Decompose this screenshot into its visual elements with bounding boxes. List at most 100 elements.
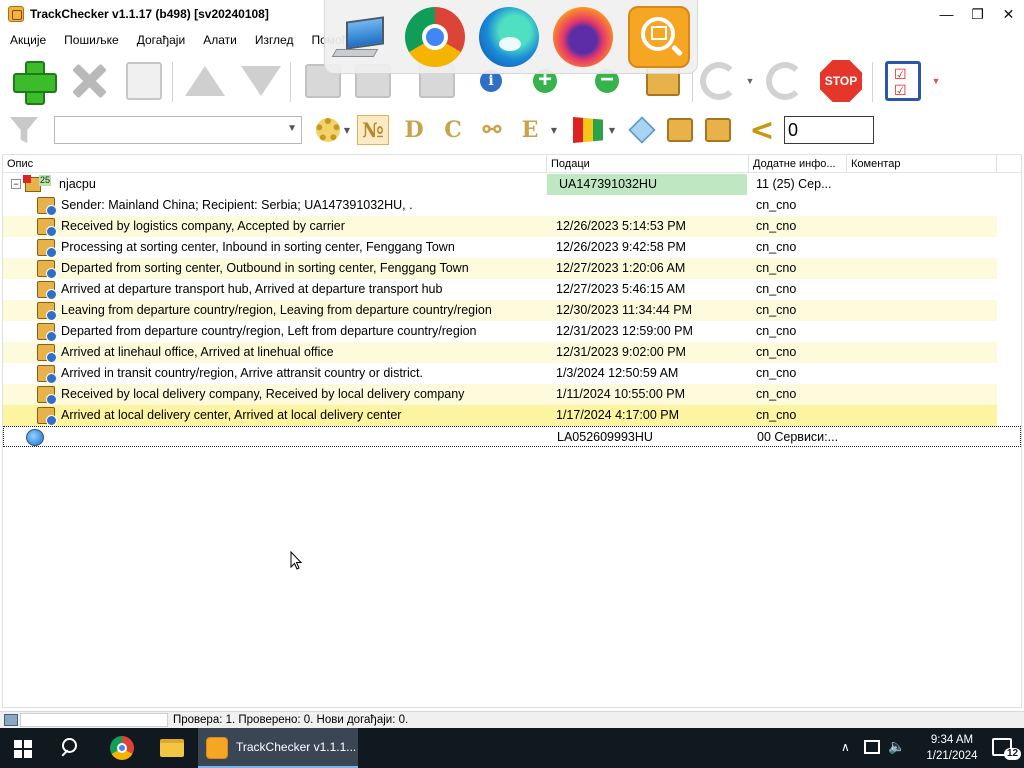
settings-dropdown[interactable]: ▼ [342, 115, 352, 145]
group-tracking-number: UA147391032HU [547, 174, 747, 195]
menu-tools[interactable]: Алати [193, 30, 245, 50]
flags-icon [573, 117, 603, 143]
chevron-down-icon: ▼ [608, 125, 616, 135]
package-info-button[interactable] [702, 115, 734, 145]
check-doc-button[interactable] [121, 58, 167, 104]
event-row[interactable]: Arrived at departure transport hub, Arri… [3, 279, 997, 300]
event-extra: cn_cno [756, 198, 797, 212]
event-row[interactable]: Sender: Mainland China; Recipient: Serbi… [3, 195, 997, 216]
move-down-button[interactable] [238, 58, 284, 104]
package-group-row[interactable]: − 25 njacpu UA147391032HU 11 (25) Сер... [3, 174, 997, 195]
event-row[interactable]: Arrived in transit country/region, Arriv… [3, 363, 997, 384]
d-column-button[interactable]: D [398, 115, 430, 145]
gear-icon [316, 118, 340, 142]
menu-packages[interactable]: Пошиљке [54, 30, 127, 50]
event-row[interactable]: Arrived at linehaul office, Arrived at l… [3, 342, 997, 363]
stop-icon: STOP [820, 60, 862, 102]
filter-combo[interactable]: ▼ [54, 116, 302, 144]
flags-dropdown[interactable]: ▼ [604, 115, 620, 145]
maximize-button[interactable]: ❐ [962, 0, 993, 28]
clock[interactable]: 9:34 AM 1/21/2024 [912, 732, 992, 764]
network-icon[interactable] [864, 740, 880, 754]
computer-icon[interactable] [331, 15, 390, 59]
toolbar-separator [172, 62, 173, 102]
flags-button[interactable] [572, 115, 604, 145]
clock-date: 1/21/2024 [926, 750, 978, 762]
event-extra: cn_cno [756, 240, 797, 254]
refresh-button[interactable] [696, 58, 742, 104]
e-column-button[interactable]: E [514, 115, 546, 145]
package-row[interactable]: LA052609993HU 00 Сервиси:... [3, 426, 1021, 447]
event-row[interactable]: Leaving from departure country/region, L… [3, 300, 997, 321]
volume-muted-icon[interactable]: 🔈 [888, 738, 905, 755]
window-title: TrackChecker v1.1.17 (b498) [sv20240108] [30, 7, 269, 21]
event-row[interactable]: Received by local delivery company, Rece… [3, 384, 997, 405]
e-dropdown[interactable]: ▼ [546, 115, 562, 145]
event-extra: cn_cno [756, 345, 797, 359]
notifications-icon[interactable]: 12 [992, 738, 1022, 760]
number-column-button[interactable]: № [357, 115, 389, 145]
refresh-all-button[interactable] [762, 58, 808, 104]
filter-icon[interactable] [10, 117, 38, 143]
trackchecker-icon[interactable] [627, 5, 690, 68]
settings-button[interactable] [312, 115, 344, 145]
column-header-comment[interactable]: Коментар [847, 155, 997, 173]
taskbar-trackchecker-button[interactable]: TrackChecker v1.1.1... [198, 728, 358, 768]
column-header-data[interactable]: Подаци [547, 155, 749, 173]
package-extra: 00 Сервиси:... [757, 430, 839, 444]
start-button[interactable] [14, 740, 32, 758]
package-info-icon [37, 197, 57, 216]
menu-events[interactable]: Догађаји [127, 30, 193, 50]
package-info-icon [37, 239, 57, 258]
close-button[interactable]: ✕ [993, 0, 1024, 28]
event-row[interactable]: Received by logistics company, Accepted … [3, 216, 997, 237]
checklist-dropdown[interactable]: ▼ [928, 58, 944, 104]
cube-button[interactable] [626, 115, 658, 145]
app-icon[interactable] [8, 6, 24, 22]
minimize-button[interactable]: — [931, 0, 962, 28]
package-button[interactable] [664, 115, 696, 145]
event-description: Departed from departure country/region, … [61, 324, 477, 338]
number-input[interactable]: 0 [784, 116, 874, 144]
add-button[interactable] [10, 58, 57, 105]
delete-button[interactable] [66, 58, 112, 104]
event-row[interactable]: Arrived at local delivery center, Arrive… [3, 405, 997, 426]
file-explorer-icon[interactable] [160, 739, 184, 757]
package-info-icon [37, 365, 57, 384]
chrome-icon[interactable] [404, 6, 465, 67]
event-row[interactable]: Departed from sorting center, Outbound i… [3, 258, 997, 279]
package-info-icon [37, 407, 57, 426]
move-up-icon [185, 66, 225, 96]
event-date: 1/17/2024 4:17:00 PM [556, 408, 680, 422]
refresh-dropdown[interactable]: ▼ [742, 58, 758, 104]
stop-button[interactable]: STOP [818, 58, 864, 104]
chrome-taskbar-icon[interactable] [110, 736, 134, 760]
link-button[interactable]: ⚯ [476, 115, 508, 145]
menu-view[interactable]: Изглед [245, 30, 302, 50]
package-info-icon [37, 260, 57, 279]
edge-icon[interactable] [478, 6, 539, 67]
collapse-toggle[interactable]: − [11, 179, 21, 189]
event-date: 12/26/2023 5:14:53 PM [556, 219, 686, 233]
move-up-button[interactable] [182, 58, 228, 104]
checklist-button[interactable] [880, 58, 926, 104]
chevron-up-icon[interactable]: ∧ [841, 740, 850, 754]
c-column-button[interactable]: C [437, 115, 469, 145]
column-header-description[interactable]: Опис [3, 155, 547, 173]
column-header-extra[interactable]: Додатне инфо... [749, 155, 847, 173]
event-row[interactable]: Departed from departure country/region, … [3, 321, 997, 342]
search-icon[interactable] [60, 736, 84, 760]
grid-header: Опис Подаци Додатне инфо... Коментар [3, 155, 1021, 173]
event-date: 12/31/2023 12:59:00 PM [556, 324, 693, 338]
firefox-icon[interactable] [553, 6, 614, 67]
event-description: Arrived at local delivery center, Arrive… [61, 408, 402, 422]
less-than-button[interactable]: < [746, 113, 778, 148]
event-extra: cn_cno [756, 366, 797, 380]
package-tree-list[interactable]: Опис Подаци Додатне инфо... Коментар − 2… [2, 154, 1022, 708]
toolbar-separator [290, 62, 291, 102]
event-row[interactable]: Processing at sorting center, Inbound in… [3, 237, 997, 258]
menu-actions[interactable]: Акције [0, 30, 54, 50]
event-count-badge: 25 [39, 175, 52, 186]
chevron-down-icon: ▼ [550, 125, 558, 135]
package-icon [667, 118, 693, 142]
